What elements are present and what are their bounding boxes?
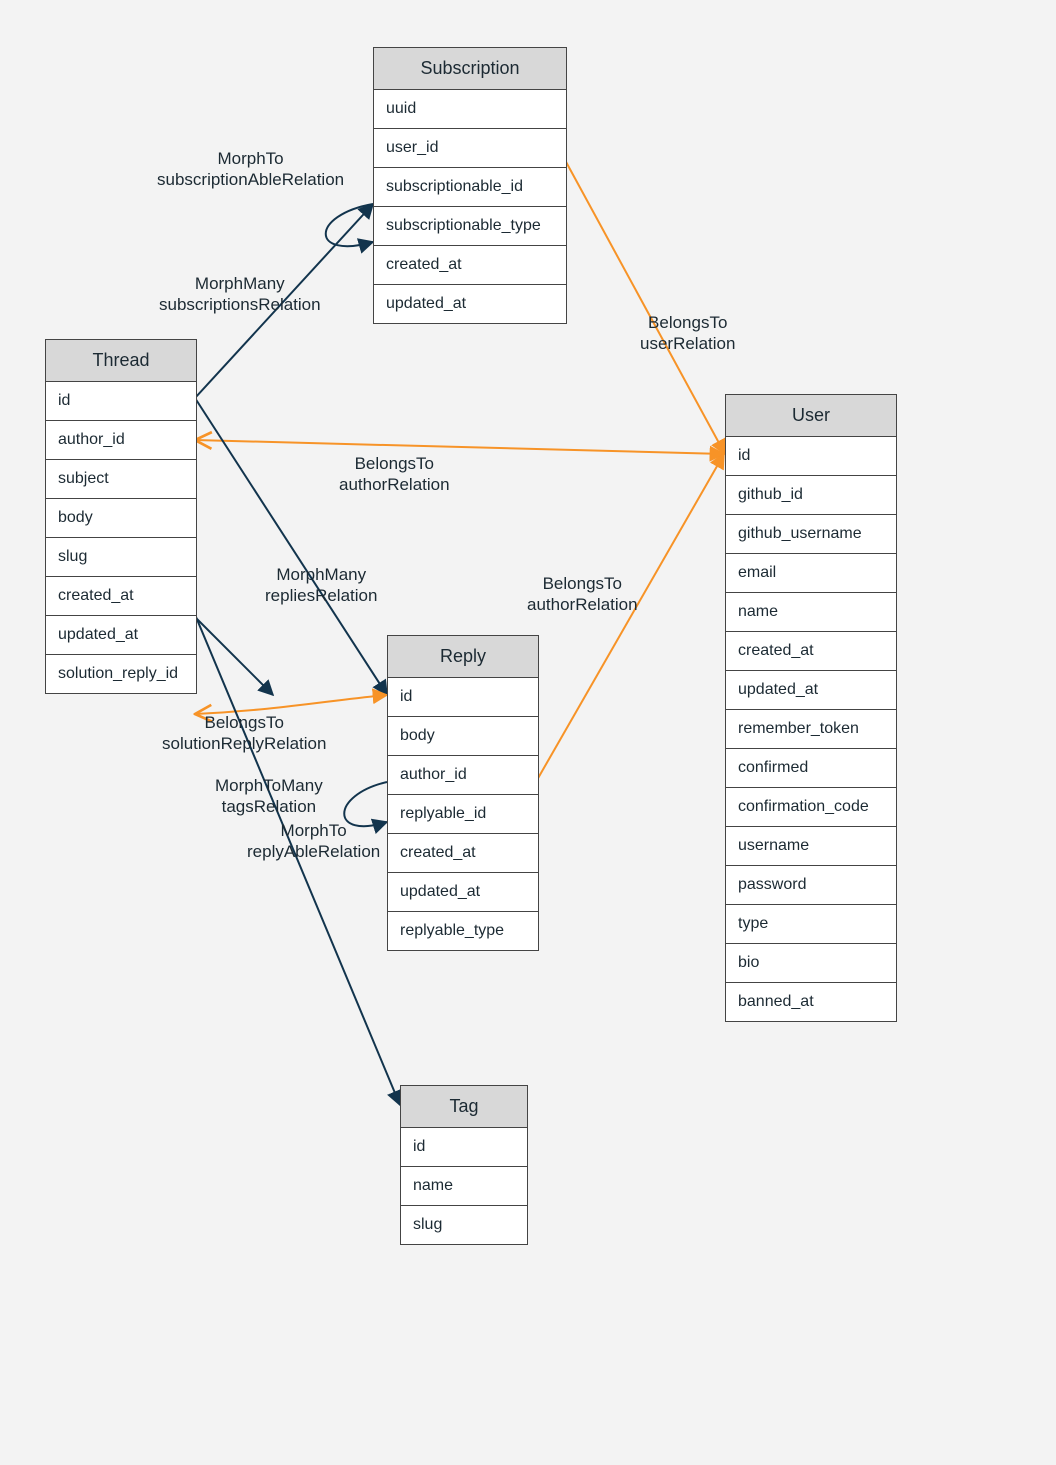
field-created-at: created_at	[46, 576, 196, 615]
label-belongsto-user: BelongsTouserRelation	[640, 312, 735, 355]
field-id: id	[726, 437, 896, 475]
field-updated-at: updated_at	[388, 872, 538, 911]
field-body: body	[388, 716, 538, 755]
entity-thread: Threadidauthor_idsubjectbodyslugcreated_…	[45, 339, 197, 694]
entity-header: Tag	[401, 1086, 527, 1128]
field-body: body	[46, 498, 196, 537]
label-belongsto-solution: BelongsTosolutionReplyRelation	[162, 712, 326, 755]
field-github-id: github_id	[726, 475, 896, 514]
field-name: name	[401, 1166, 527, 1205]
field-password: password	[726, 865, 896, 904]
field-user-id: user_id	[374, 128, 566, 167]
field-id: id	[46, 382, 196, 420]
field-id: id	[388, 678, 538, 716]
field-bio: bio	[726, 943, 896, 982]
field-created-at: created_at	[726, 631, 896, 670]
field-id: id	[401, 1128, 527, 1166]
field-subscriptionable-type: subscriptionable_type	[374, 206, 566, 245]
field-created-at: created_at	[374, 245, 566, 284]
label-belongsto-author-reply: BelongsToauthorRelation	[527, 573, 638, 616]
label-morphmany-replies: MorphManyrepliesRelation	[265, 564, 377, 607]
thread-authorid-to-user	[195, 440, 724, 454]
field-username: username	[726, 826, 896, 865]
field-created-at: created_at	[388, 833, 538, 872]
field-updated-at: updated_at	[726, 670, 896, 709]
field-subscriptionable-id: subscriptionable_id	[374, 167, 566, 206]
field-slug: slug	[46, 537, 196, 576]
entity-user: Useridgithub_idgithub_usernameemailnamec…	[725, 394, 897, 1022]
field-confirmed: confirmed	[726, 748, 896, 787]
field-subject: subject	[46, 459, 196, 498]
entity-reply: Replyidbodyauthor_idreplyable_idcreated_…	[387, 635, 539, 951]
field-remember-token: remember_token	[726, 709, 896, 748]
field-updated-at: updated_at	[374, 284, 566, 323]
label-morphtomany-tags: MorphToManytagsRelation	[215, 775, 323, 818]
label-morphto-subscription: MorphTosubscriptionAbleRelation	[157, 148, 344, 191]
field-replyable-type: replyable_type	[388, 911, 538, 950]
field-uuid: uuid	[374, 90, 566, 128]
field-slug: slug	[401, 1205, 527, 1244]
belongs-label-bridge	[195, 617, 273, 695]
field-github-username: github_username	[726, 514, 896, 553]
label-morphmany-subscriptions: MorphManysubscriptionsRelation	[159, 273, 321, 316]
field-banned-at: banned_at	[726, 982, 896, 1021]
entity-header: Thread	[46, 340, 196, 382]
reply-authorid-to-user	[537, 454, 724, 780]
subscription-userid-to-user	[565, 160, 725, 454]
entity-subscription: Subscriptionuuiduser_idsubscriptionable_…	[373, 47, 567, 324]
label-morphto-replyable: MorphToreplyAbleRelation	[247, 820, 380, 863]
label-belongsto-author-thread: BelongsToauthorRelation	[339, 453, 450, 496]
field-replyable-id: replyable_id	[388, 794, 538, 833]
field-email: email	[726, 553, 896, 592]
field-name: name	[726, 592, 896, 631]
entity-header: User	[726, 395, 896, 437]
entity-header: Subscription	[374, 48, 566, 90]
field-updated-at: updated_at	[46, 615, 196, 654]
field-solution-reply-id: solution_reply_id	[46, 654, 196, 693]
field-type: type	[726, 904, 896, 943]
field-author-id: author_id	[388, 755, 538, 794]
entity-tag: Tagidnameslug	[400, 1085, 528, 1245]
field-author-id: author_id	[46, 420, 196, 459]
entity-header: Reply	[388, 636, 538, 678]
field-confirmation-code: confirmation_code	[726, 787, 896, 826]
